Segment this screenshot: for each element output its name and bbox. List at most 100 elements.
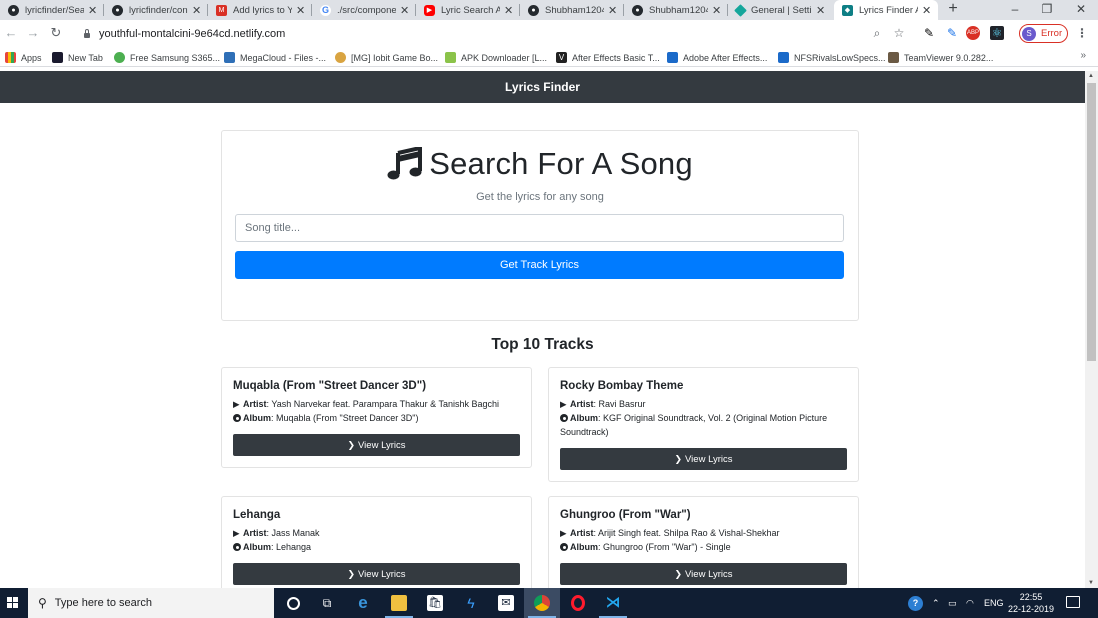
close-tab-icon[interactable]: ✕ [88, 4, 98, 17]
clock-date: 22-12-2019 [1007, 604, 1055, 614]
song-title-input[interactable] [235, 214, 844, 242]
cortana-icon[interactable] [275, 588, 311, 618]
bookmark-item[interactable]: Apps [5, 51, 42, 64]
bookmark-label: MegaCloud - Files -... [240, 52, 327, 63]
view-lyrics-label: View Lyrics [685, 454, 733, 465]
iobit-icon [335, 52, 346, 63]
forward-button[interactable]: → [24, 24, 42, 42]
reload-button[interactable]: ↻ [47, 24, 65, 42]
tab-title: Shubham1204 [545, 4, 604, 16]
close-tab-icon[interactable]: ✕ [816, 4, 826, 17]
close-tab-icon[interactable]: ✕ [296, 4, 306, 17]
scroll-up-icon[interactable]: ▲ [1088, 73, 1094, 79]
wifi-icon[interactable]: ◠ [966, 588, 974, 618]
help-tray-icon[interactable]: ? [908, 588, 923, 618]
react-devtools-icon[interactable]: ⚛ [990, 26, 1004, 40]
bookmark-item[interactable]: NFSRivalsLowSpecs... [778, 51, 886, 64]
gmail-icon: M [216, 4, 227, 16]
bookmark-star-icon[interactable]: ☆ [892, 26, 906, 40]
bookmark-item[interactable]: APK Downloader [L... [445, 51, 547, 64]
profile-button[interactable]: S Error [1019, 24, 1068, 43]
track-card: Rocky Bombay Theme ▶ Artist: Ravi Basrur … [548, 367, 859, 482]
windows-start-button[interactable] [0, 588, 26, 618]
zoom-search-icon[interactable]: ⌕ [870, 26, 884, 40]
extension-pen-blue-icon[interactable]: ✎ [945, 26, 959, 40]
view-lyrics-button[interactable]: ❯ View Lyrics [560, 563, 847, 585]
bookmark-item[interactable]: Free Samsung S365... [114, 51, 220, 64]
close-tab-icon[interactable]: ✕ [922, 4, 932, 17]
bookmark-item[interactable]: New Tab [52, 51, 103, 64]
opera-icon[interactable] [560, 588, 596, 618]
browser-tab[interactable]: ▶ Lyric Search Ap ✕ [416, 0, 520, 20]
store-icon[interactable]: 🛍 [417, 588, 453, 618]
extension-pen-icon[interactable]: ✎ [922, 26, 936, 40]
bookmark-label: [MG] Iobit Game Bo... [351, 52, 439, 63]
bookmark-item[interactable]: Adobe After Effects... [667, 51, 767, 64]
browser-tab[interactable]: ● Shubham1204 ✕ [624, 0, 728, 20]
bookmark-item[interactable]: TeamViewer 9.0.282... [888, 51, 993, 64]
bookmark-item[interactable]: V After Effects Basic T... [556, 51, 660, 64]
view-lyrics-button[interactable]: ❯ View Lyrics [233, 563, 520, 585]
app-brand[interactable]: Lyrics Finder [505, 80, 580, 94]
track-name: Ghungroo (From "War") [560, 509, 691, 521]
close-tab-icon[interactable]: ✕ [608, 4, 618, 17]
search-title: Search For A Song [429, 146, 693, 181]
browser-toolbar: ← → ↻ youthful-montalcini-9e64cd.netlify… [0, 20, 1098, 47]
album-label: Album [243, 542, 271, 552]
minimize-button[interactable]: – [998, 0, 1032, 20]
bookmarks-overflow-icon[interactable]: » [1080, 50, 1086, 61]
artist-value: Ravi Basrur [598, 399, 646, 409]
new-tab-button[interactable]: + [944, 0, 962, 20]
file-explorer-icon[interactable] [381, 588, 417, 618]
view-lyrics-button[interactable]: ❯ View Lyrics [233, 434, 520, 456]
adblock-icon[interactable]: ABP [966, 26, 980, 40]
browser-tab[interactable]: General | Settin ✕ [728, 0, 832, 20]
close-tab-icon[interactable]: ✕ [712, 4, 722, 17]
vscode-icon[interactable]: ⋊ [595, 588, 631, 618]
taskbar-clock[interactable]: 22:55 22-12-2019 [1006, 591, 1056, 615]
browser-tab[interactable]: M Add lyrics to Yo ✕ [208, 0, 312, 20]
bookmark-item[interactable]: MegaCloud - Files -... [224, 51, 326, 64]
browser-tab[interactable]: ● lyricfinder/con ✕ [104, 0, 208, 20]
browser-tab-active[interactable]: ◆ Lyrics Finder Ap ✕ [834, 0, 938, 20]
restore-button[interactable]: ❐ [1030, 0, 1064, 20]
more-menu-icon[interactable]: ⋮ [1075, 26, 1089, 40]
chevron-up-icon[interactable]: ⌃ [932, 588, 940, 618]
bookmark-item[interactable]: [MG] Iobit Game Bo... [335, 51, 438, 64]
album-label: Album [570, 413, 598, 423]
view-lyrics-label: View Lyrics [685, 569, 733, 580]
edge-icon[interactable]: e [345, 588, 381, 618]
back-button[interactable]: ← [2, 24, 20, 42]
mail-icon[interactable]: ✉ [488, 588, 524, 618]
close-window-button[interactable]: ✕ [1064, 0, 1098, 20]
chrome-icon[interactable] [524, 588, 560, 618]
close-tab-icon[interactable]: ✕ [192, 4, 202, 17]
get-track-lyrics-button[interactable]: Get Track Lyrics [235, 251, 844, 279]
scrollbar-thumb[interactable] [1087, 83, 1096, 361]
web-page: Lyrics Finder Search For A Song Get the … [0, 71, 1085, 588]
page-scrollbar[interactable]: ▲ ▼ [1085, 71, 1098, 588]
track-card: Muqabla (From "Street Dancer 3D") ▶ Artis… [221, 367, 532, 468]
battery-icon[interactable]: ▭ [948, 588, 957, 618]
task-view-icon[interactable]: ⧉ [309, 588, 345, 618]
notification-center-icon[interactable] [1066, 596, 1080, 608]
taskbar-search-box[interactable]: ⚲ Type here to search [28, 588, 274, 618]
browser-tab[interactable]: ● lyricfinder/Sea ✕ [0, 0, 104, 20]
lightning-app-icon[interactable]: ϟ [453, 588, 489, 618]
track-artist: ▶ Artist: Yash Narvekar feat. Parampara T… [233, 398, 521, 412]
view-lyrics-button[interactable]: ❯ View Lyrics [560, 448, 847, 470]
browser-tab[interactable]: ● Shubham1204 ✕ [520, 0, 624, 20]
close-tab-icon[interactable]: ✕ [504, 4, 514, 17]
language-indicator[interactable]: ENG [984, 588, 1004, 618]
close-tab-icon[interactable]: ✕ [400, 4, 410, 17]
taskbar-search-placeholder: Type here to search [54, 597, 153, 609]
track-name: Lehanga [233, 509, 281, 521]
artist-label: Artist [570, 528, 594, 538]
track-album: Album: Muqabla (From "Street Dancer 3D") [233, 412, 521, 426]
address-bar[interactable]: youthful-montalcini-9e64cd.netlify.com [74, 23, 914, 44]
search-icon: ⚲ [38, 596, 47, 610]
browser-tab[interactable]: G ./src/compone ✕ [312, 0, 416, 20]
lock-icon[interactable] [83, 29, 91, 38]
scroll-down-icon[interactable]: ▼ [1088, 580, 1094, 586]
megacloud-icon [224, 52, 235, 63]
